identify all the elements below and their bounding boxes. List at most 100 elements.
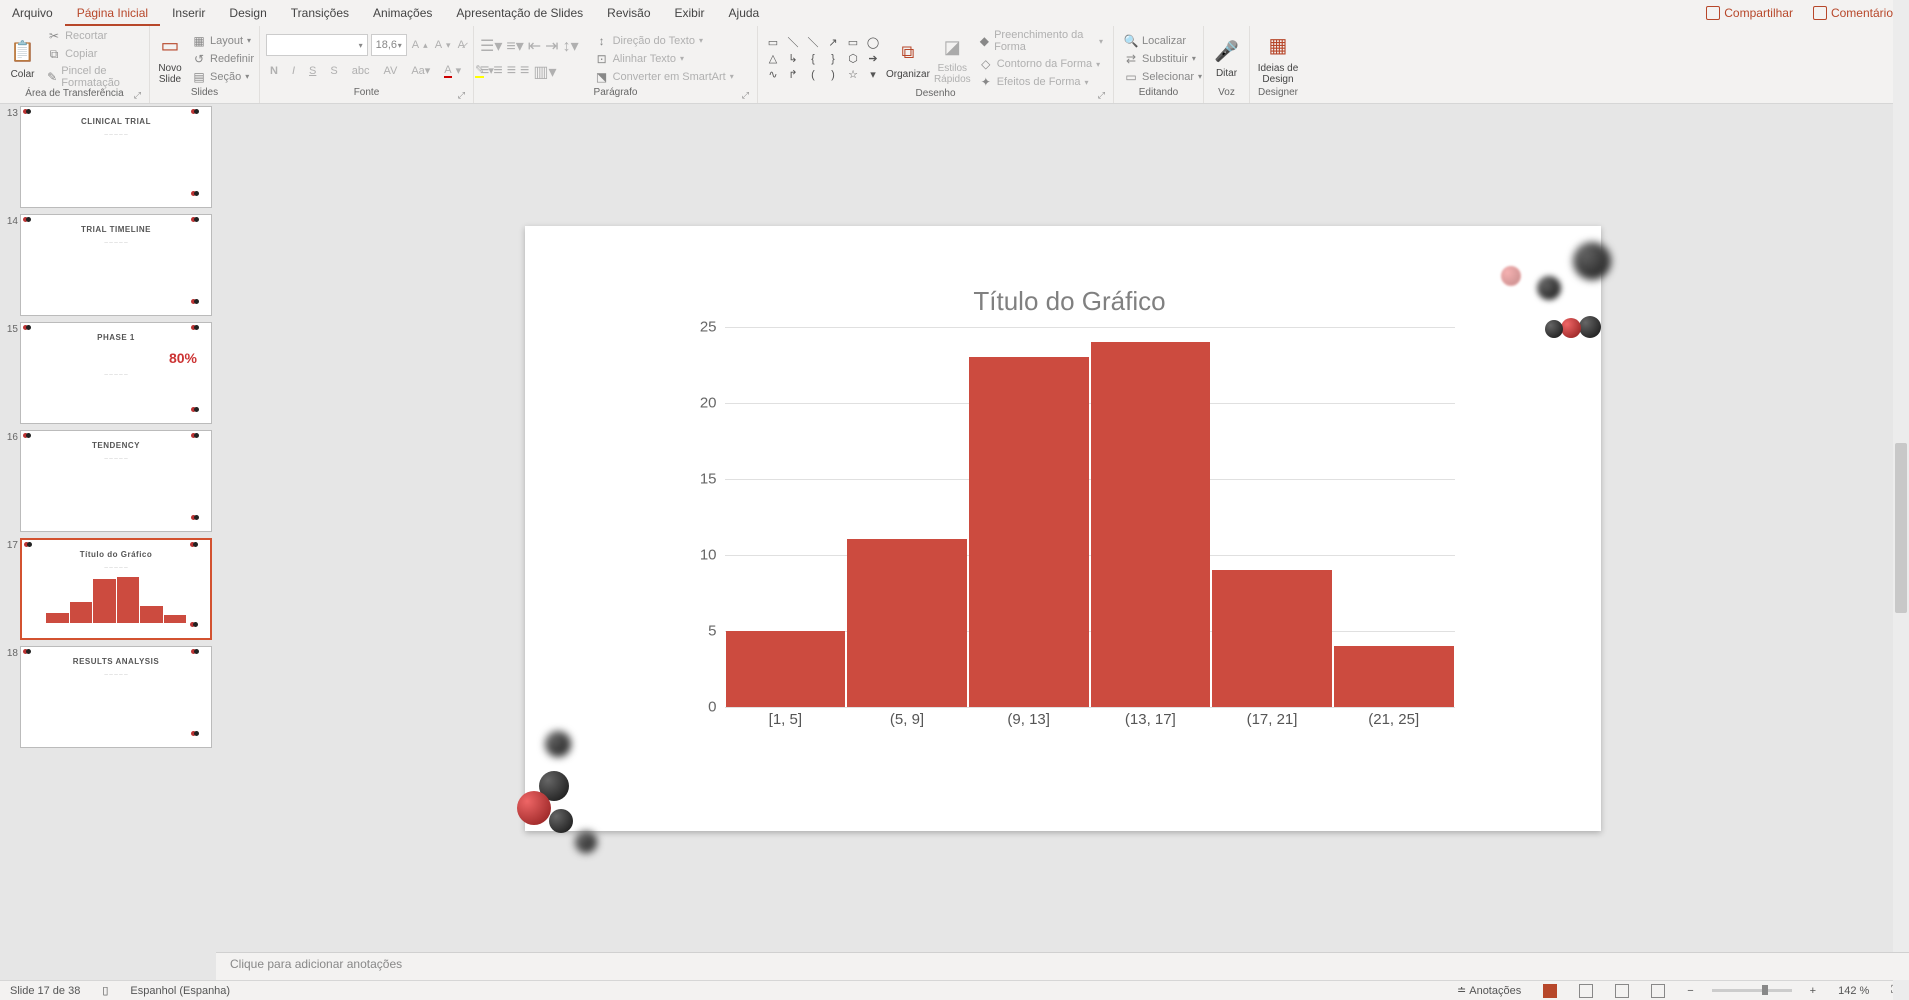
find-button[interactable]: 🔍Localizar [1120,33,1206,49]
shape-hex-icon[interactable]: ⬡ [844,52,862,66]
font-size-combo[interactable]: 18,6▾ [371,34,407,56]
increase-indent-button[interactable]: ⇥ [545,36,558,56]
shape-star-icon[interactable]: ☆ [844,68,862,82]
strike-button[interactable]: S [326,64,341,78]
slide-canvas[interactable]: Título do Gráfico 0510152025[1, 5](5, 9]… [525,226,1601,831]
tab-pagina-inicial[interactable]: Página Inicial [65,0,160,26]
shape-connector-icon[interactable]: ↳ [784,52,802,66]
stage-scrollbar[interactable] [1893,104,1909,952]
justify-button[interactable]: ≡ [520,62,529,82]
align-center-button[interactable]: ≡ [493,62,502,82]
columns-button[interactable]: ▥▾ [533,62,556,82]
slide-thumbnail[interactable]: CLINICAL TRIAL─ ─ ─ ─ ─ [20,106,212,208]
zoom-level[interactable]: 142 % [1834,985,1873,997]
shape-line-icon[interactable]: ＼ [784,36,802,50]
tab-transicoes[interactable]: Transições [279,0,361,26]
shape-connector2-icon[interactable]: ↱ [784,68,802,82]
shapes-gallery[interactable]: ▭＼＼↗▭◯ △↳{}⬡➔ ∿↱()☆▾ [764,36,882,82]
align-left-button[interactable]: ≡ [480,62,489,82]
shape-rect2-icon[interactable]: ▭ [844,36,862,50]
dictate-button[interactable]: 🎤 Ditar [1210,38,1243,79]
shape-brace2-icon[interactable]: } [824,52,842,66]
shape-arrow-icon[interactable]: ↗ [824,36,842,50]
zoom-slider[interactable] [1712,989,1792,992]
shape-more-icon[interactable]: ▾ [864,68,882,82]
layout-button[interactable]: ▦Layout▾ [188,33,258,49]
align-text-button[interactable]: ⊡Alinhar Texto▾ [591,51,738,67]
tab-revisao[interactable]: Revisão [595,0,662,26]
font-name-combo[interactable]: ▾ [266,34,368,56]
tab-design[interactable]: Design [217,0,278,26]
replace-button[interactable]: ⇄Substituir▾ [1120,51,1206,67]
slide-thumbnail[interactable]: PHASE 180%─ ─ ─ ─ ─ [20,322,212,424]
bold-button[interactable]: N [266,64,282,78]
change-case-button[interactable]: Aa▾ [407,63,434,78]
clear-formatting-button[interactable]: A̷ [456,39,467,51]
view-reading-button[interactable] [1611,984,1633,998]
shape-tri-icon[interactable]: △ [764,52,782,66]
tab-apresentacao[interactable]: Apresentação de Slides [444,0,595,26]
section-button[interactable]: ▤Seção▾ [188,69,258,85]
shape-oval-icon[interactable]: ◯ [864,36,882,50]
italic-button[interactable]: I [288,64,299,78]
dialog-launcher-icon[interactable]: ⤢ [1098,90,1105,101]
view-normal-button[interactable] [1539,984,1561,998]
paste-button[interactable]: 📋 Colar [6,39,39,80]
chart-object[interactable]: Título do Gráfico 0510152025[1, 5](5, 9]… [685,286,1455,746]
arrange-button[interactable]: ⧉ Organizar [886,39,930,80]
shape-fill-button[interactable]: ◆Preenchimento da Forma▾ [975,28,1107,54]
shape-line2-icon[interactable]: ＼ [804,36,822,50]
accessibility-button[interactable]: ▯ [98,984,112,997]
bullets-button[interactable]: ☰▾ [480,36,502,56]
select-button[interactable]: ▭Selecionar▾ [1120,69,1206,85]
slide-thumbnail[interactable]: Título do Gráfico─ ─ ─ ─ ─ [20,538,212,640]
underline-button[interactable]: S [305,64,320,78]
tab-ajuda[interactable]: Ajuda [717,0,772,26]
dialog-launcher-icon[interactable]: ⤢ [742,90,749,101]
copy-button[interactable]: ⧉Copiar [43,46,143,62]
notes-pane[interactable]: Clique para adicionar anotações [216,952,1909,980]
shape-paren-icon[interactable]: ( [804,68,822,82]
shadow-button[interactable]: abc [348,64,374,78]
shape-curve-icon[interactable]: ∿ [764,68,782,82]
new-slide-button[interactable]: ▭ Novo Slide [156,33,184,85]
design-ideas-button[interactable]: ▦ Ideias de Design [1256,33,1300,85]
language-status[interactable]: Espanhol (Espanha) [126,985,234,997]
numbering-button[interactable]: ≡▾ [506,36,523,56]
dialog-launcher-icon[interactable]: ⤢ [458,90,465,101]
shape-paren2-icon[interactable]: ) [824,68,842,82]
slide-counter[interactable]: Slide 17 de 38 [6,985,84,997]
shape-outline-button[interactable]: ◇Contorno da Forma▾ [975,56,1107,72]
notes-toggle-button[interactable]: ≐Anotações [1453,984,1525,997]
convert-smartart-button[interactable]: ⬔Converter em SmartArt▾ [591,69,738,85]
tab-inserir[interactable]: Inserir [160,0,217,26]
zoom-in-button[interactable]: + [1806,985,1820,997]
slide-thumbnail[interactable]: TENDENCY─ ─ ─ ─ ─ [20,430,212,532]
increase-font-button[interactable]: A▴ [410,39,430,51]
share-button[interactable]: Compartilhar [1696,6,1803,20]
shape-arrow2-icon[interactable]: ➔ [864,52,882,66]
tab-exibir[interactable]: Exibir [663,0,717,26]
tab-arquivo[interactable]: Arquivo [0,0,65,26]
shape-brace-icon[interactable]: { [804,52,822,66]
quick-styles-button[interactable]: ◪ Estilos Rápidos [934,33,971,85]
cut-button[interactable]: ✂Recortar [43,28,143,44]
dialog-launcher-icon[interactable]: ⤢ [134,90,141,101]
reset-button[interactable]: ↺Redefinir [188,51,258,67]
tab-animacoes[interactable]: Animações [361,0,444,26]
view-slideshow-button[interactable] [1647,984,1669,998]
zoom-out-button[interactable]: − [1683,985,1697,997]
format-painter-button[interactable]: ✎Pincel de Formatação [43,64,143,90]
font-color-button[interactable]: A▾ [440,63,465,79]
view-sorter-button[interactable] [1575,984,1597,998]
char-spacing-button[interactable]: AV [379,64,401,78]
align-right-button[interactable]: ≡ [507,62,516,82]
slide-thumbnail[interactable]: RESULTS ANALYSIS─ ─ ─ ─ ─ [20,646,212,748]
line-spacing-button[interactable]: ↕▾ [563,36,579,56]
text-direction-button[interactable]: ↕Direção do Texto▾ [591,33,738,49]
decrease-indent-button[interactable]: ⇤ [528,36,541,56]
shape-rect-icon[interactable]: ▭ [764,36,782,50]
decrease-font-button[interactable]: A▾ [433,39,453,51]
slide-thumbnail[interactable]: TRIAL TIMELINE─ ─ ─ ─ ─ [20,214,212,316]
thumbnail-panel[interactable]: 13CLINICAL TRIAL─ ─ ─ ─ ─14TRIAL TIMELIN… [0,104,216,980]
